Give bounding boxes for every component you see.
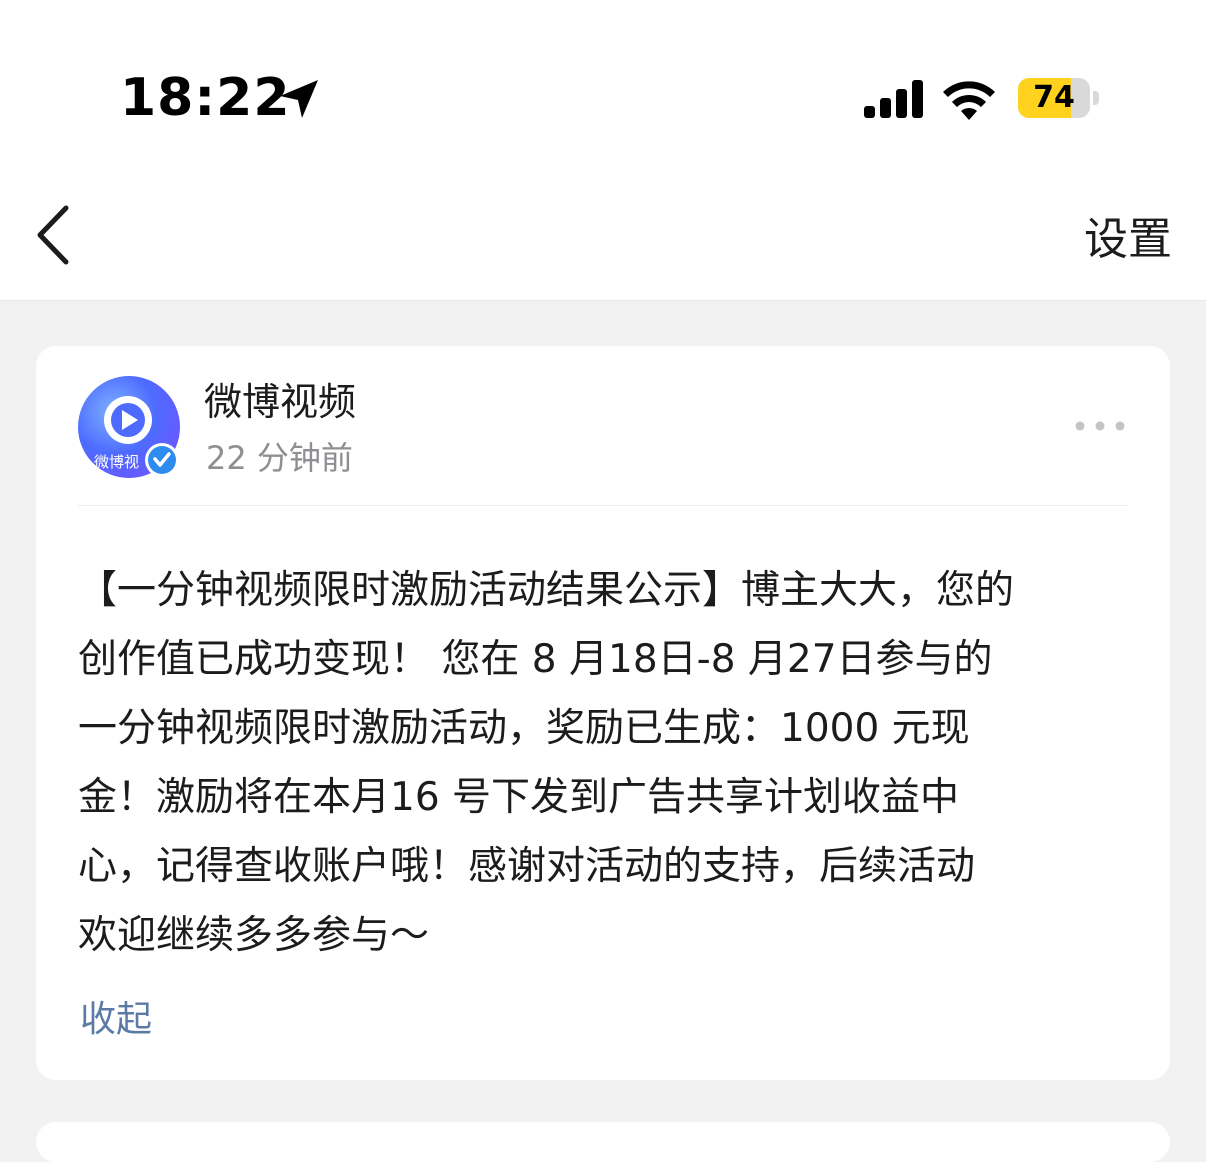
post-body: 【一分钟视频限时激励活动结果公示】博主大大，您的 创作值已成功变现！ 您在 8 …	[78, 556, 1128, 970]
verified-check-icon	[145, 443, 179, 477]
post-body-line: 欢迎继续多多参与～	[78, 913, 430, 958]
more-dots-icon	[1075, 421, 1125, 431]
more-button[interactable]	[1070, 412, 1130, 440]
play-icon	[104, 396, 152, 444]
author-name[interactable]: 微博视频	[204, 376, 356, 428]
post-timestamp: 22 分钟前	[206, 439, 353, 477]
battery-tip	[1093, 91, 1099, 105]
avatar-label: 微博视	[94, 453, 140, 471]
battery-level: 74	[1033, 80, 1075, 115]
post-card: 微博视 微博视频 22 分钟前 【一分钟视频限时激励活动结果公示】博主大大，您的…	[36, 346, 1170, 1080]
next-post-card	[36, 1122, 1170, 1162]
status-bar: 18:22 74	[0, 0, 1206, 180]
header-divider	[78, 505, 1128, 506]
battery-indicator: 74	[1018, 78, 1090, 118]
status-time: 18:22	[120, 68, 291, 128]
post-body-line: 一分钟视频限时激励活动，奖励已生成：1000 元现	[78, 706, 970, 751]
post-body-line: 心，记得查收账户哦！感谢对活动的支持，后续活动	[78, 844, 976, 889]
chevron-left-icon	[37, 205, 69, 265]
back-button[interactable]	[24, 200, 84, 270]
wifi-icon	[943, 81, 995, 120]
post-body-line: 【一分钟视频限时激励活动结果公示】博主大大，您的	[78, 568, 1015, 613]
settings-button[interactable]: 设置	[1084, 210, 1172, 270]
post-body-line: 创作值已成功变现！ 您在 8 月18日-8 月27日参与的	[78, 637, 993, 682]
location-arrow-icon	[280, 80, 318, 118]
cellular-signal-icon	[864, 80, 923, 118]
nav-bar: 设置	[0, 180, 1206, 301]
post-body-line: 金！激励将在本月16 号下发到广告共享计划收益中	[78, 775, 960, 820]
collapse-link[interactable]: 收起	[80, 994, 152, 1046]
